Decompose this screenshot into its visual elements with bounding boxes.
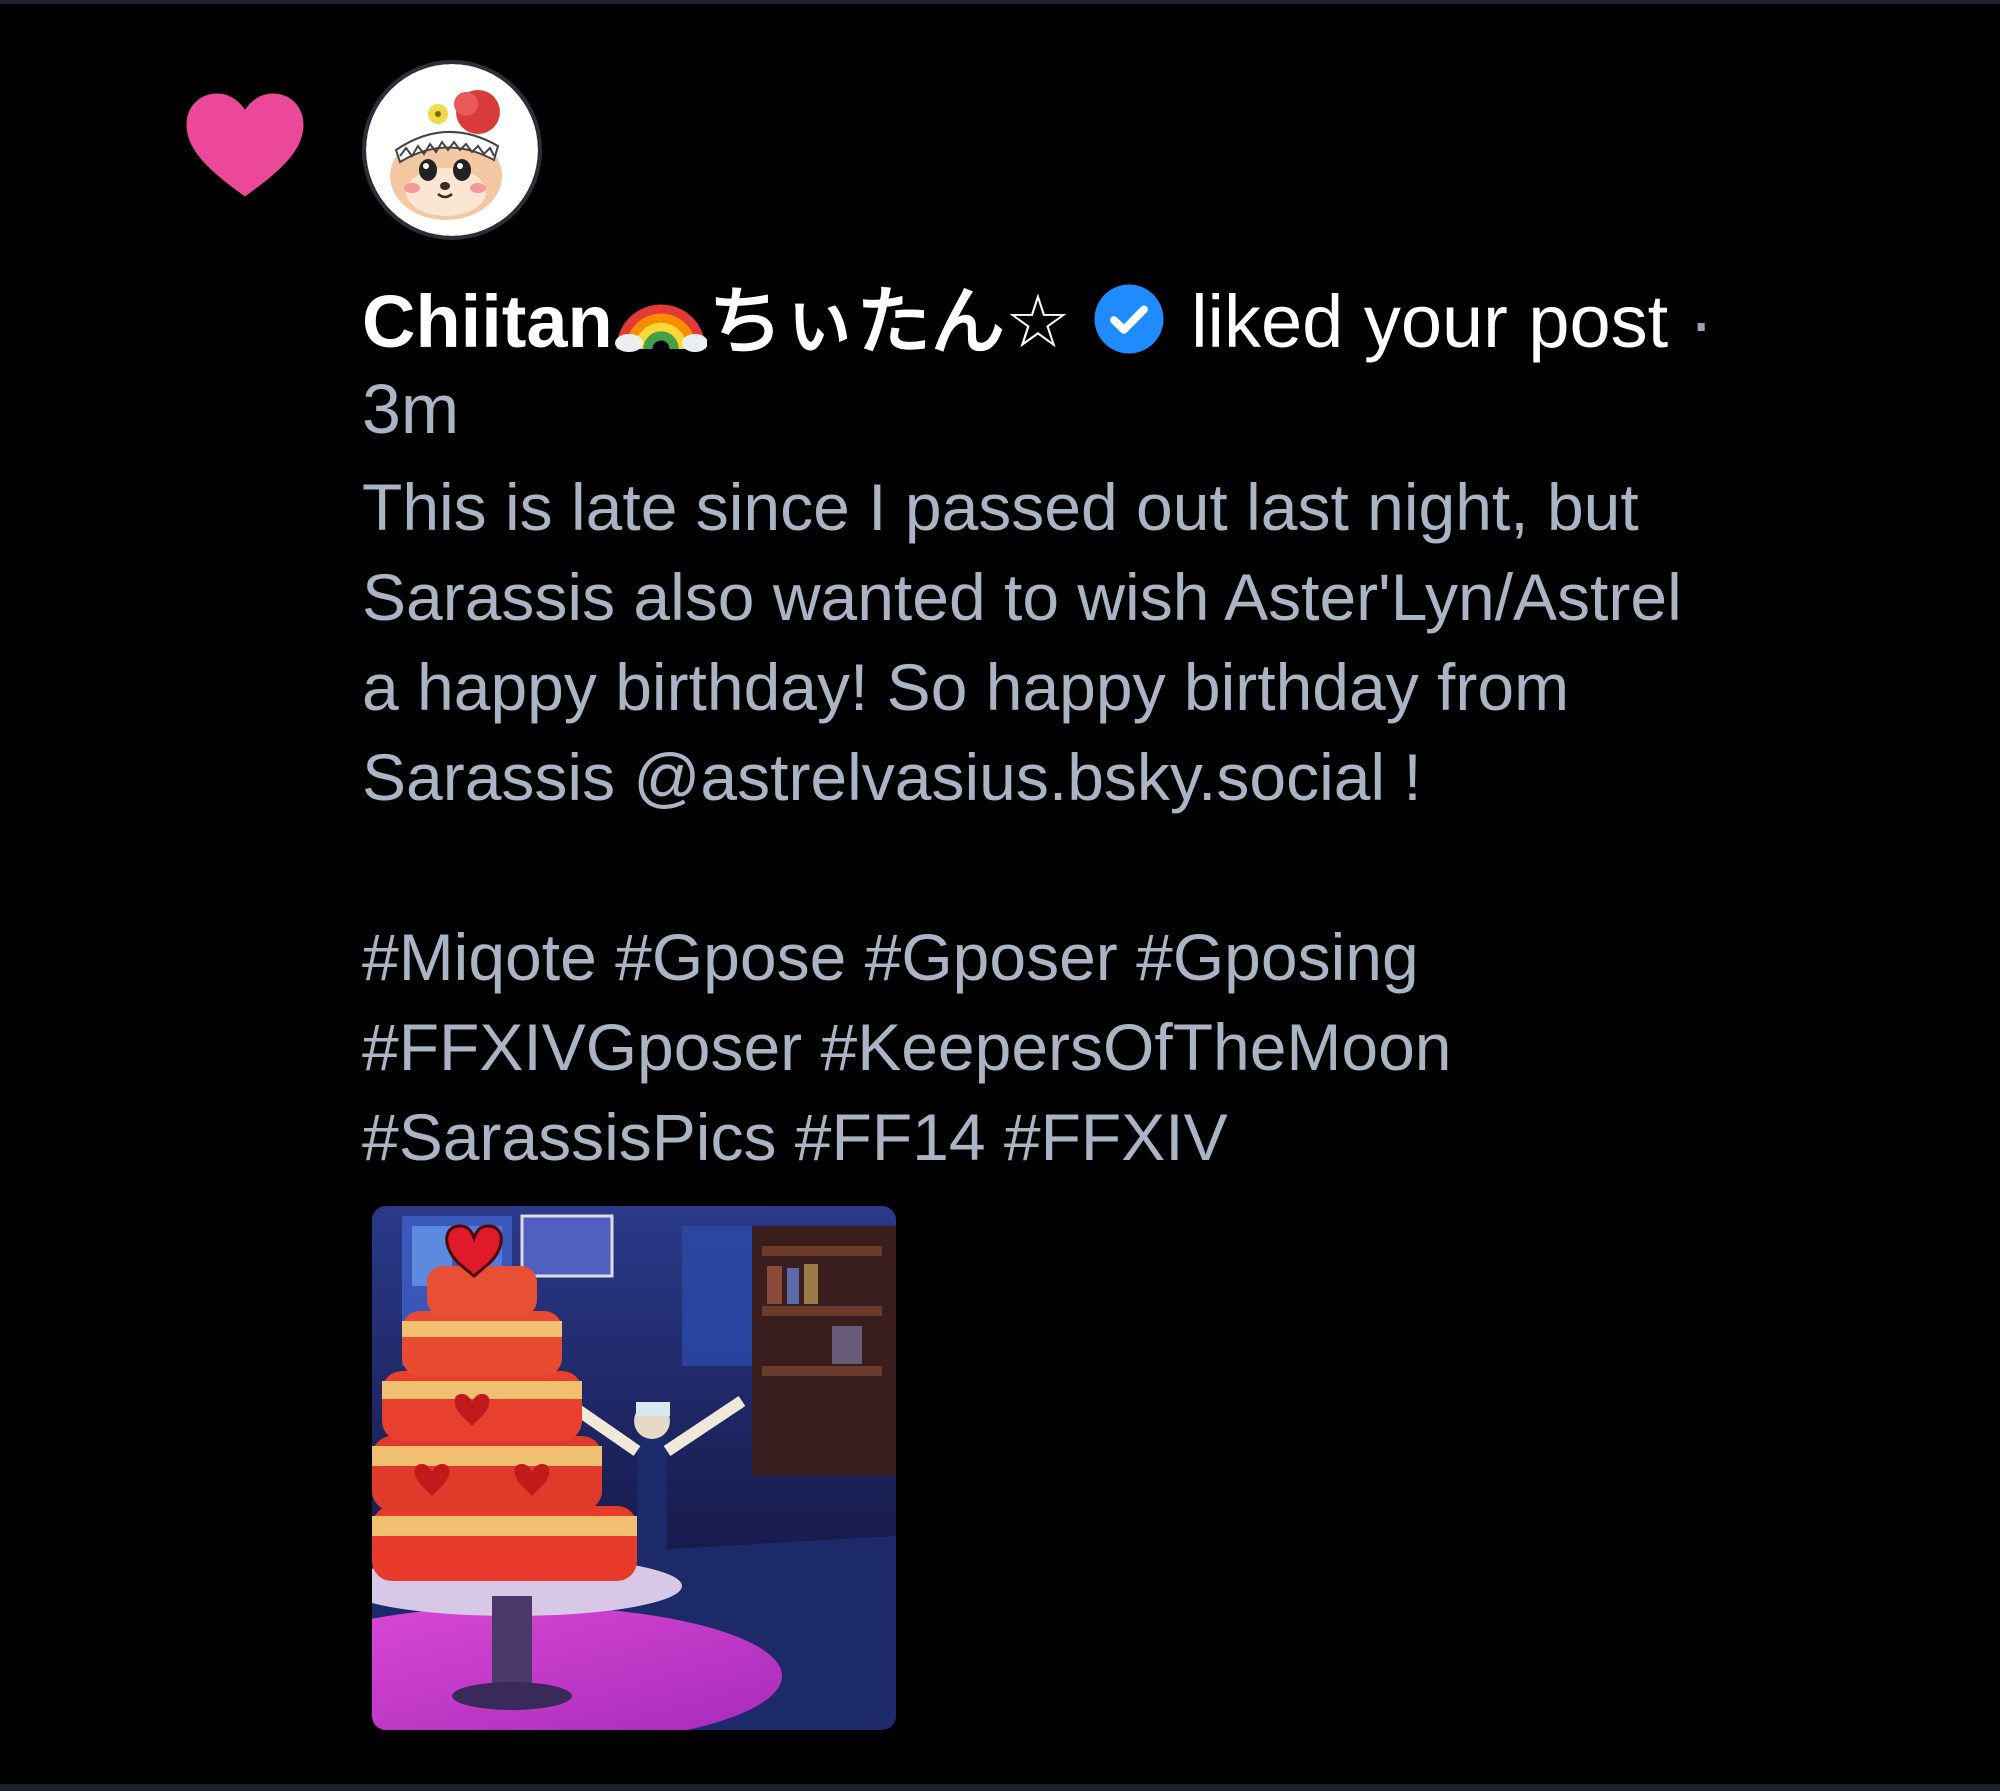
avatar-illustration-icon: [366, 64, 538, 236]
post-text[interactable]: This is late since I passed out last nig…: [362, 462, 1922, 822]
verified-checkmark-icon: [1094, 284, 1164, 354]
post-text-line: This is late since I passed out last nig…: [362, 470, 1639, 544]
like-notification[interactable]: Chiitan ちぃたん☆ liked your post · 3m This …: [0, 0, 2000, 1784]
action-text: liked your post: [1191, 280, 1669, 363]
hashtag-line: #FFXIVGposer #KeepersOfTheMoon: [362, 1010, 1452, 1084]
author-name-text: Chiitan: [362, 280, 613, 363]
hashtag-line: #SarassisPics #FF14 #FFXIV: [362, 1100, 1228, 1174]
time-separator: ·: [1688, 280, 1714, 363]
timestamp: 3m: [362, 370, 460, 448]
heart-icon: [186, 93, 304, 197]
post-image-thumbnail[interactable]: [372, 1206, 896, 1730]
post-text-line: a happy birthday! So happy birthday from: [362, 650, 1570, 724]
birthday-cake-image: [372, 1206, 896, 1730]
hashtag-line: #Miqote #Gpose #Gposer #Gposing: [362, 920, 1419, 994]
post-text-line: Sarassis @astrelvasius.bsky.social !: [362, 740, 1422, 814]
bottom-divider: [0, 1784, 2000, 1791]
avatar[interactable]: [362, 60, 542, 240]
author-name-jp: ちぃたん☆: [708, 280, 1072, 363]
rainbow-icon: [614, 304, 707, 352]
notification-headline: Chiitan ちぃたん☆ liked your post ·: [362, 278, 1882, 366]
author-name[interactable]: Chiitan ちぃたん☆: [362, 280, 1071, 363]
post-text-line: Sarassis also wanted to wish Aster'Lyn/A…: [362, 560, 1682, 634]
post-hashtags[interactable]: #Miqote #Gpose #Gposer #Gposing #FFXIVGp…: [362, 912, 1922, 1182]
